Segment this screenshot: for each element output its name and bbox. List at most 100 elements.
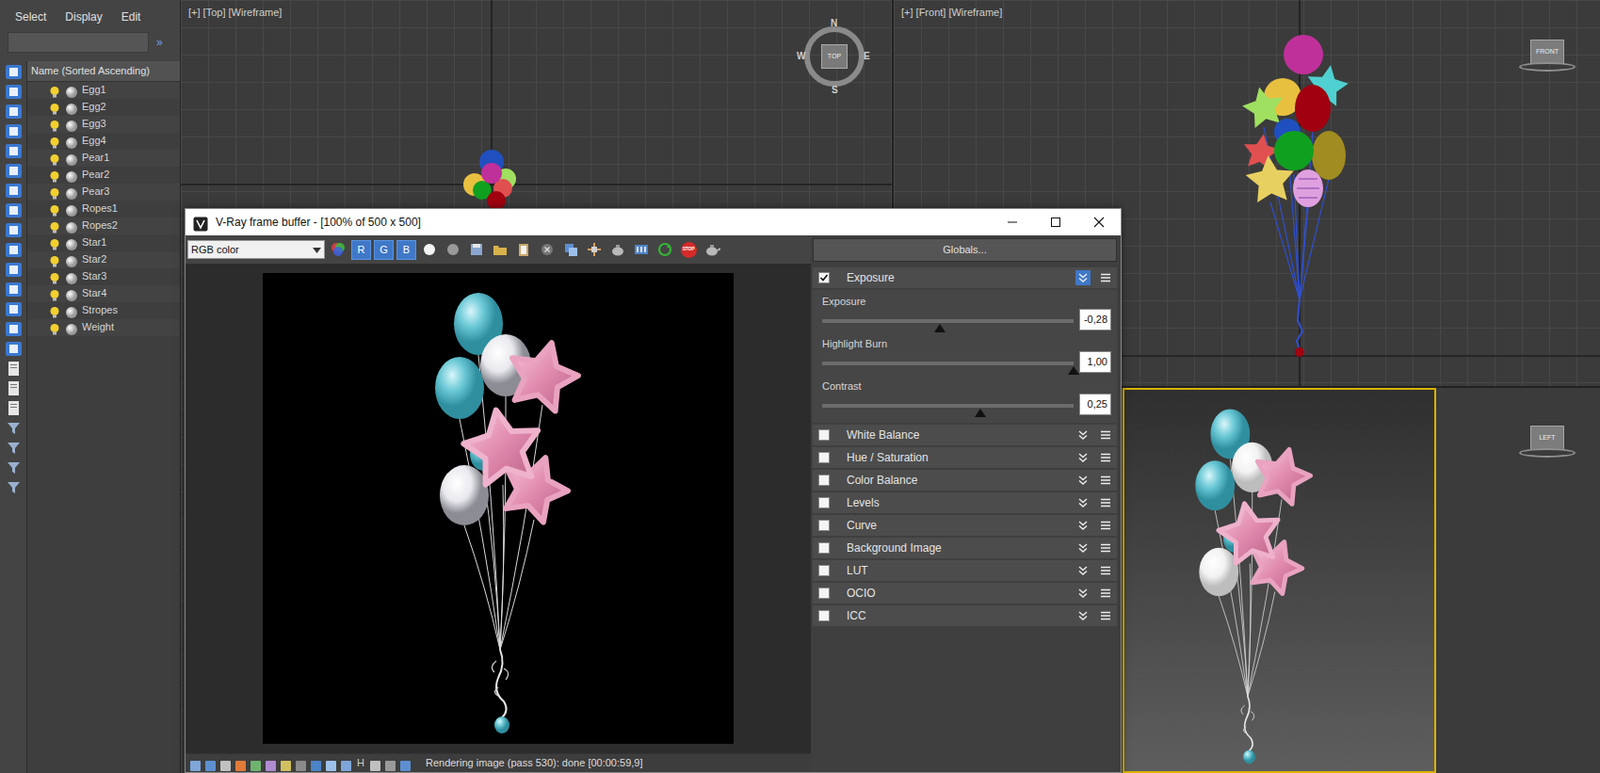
scene-item[interactable]: Pear2 xyxy=(27,166,180,184)
menu-item[interactable]: Edit xyxy=(121,8,142,32)
shaded-view[interactable] xyxy=(1122,387,1437,773)
slider-handle[interactable] xyxy=(934,323,946,333)
explorer-tool-icon[interactable] xyxy=(4,419,23,436)
search-field[interactable] xyxy=(7,32,149,53)
layer-header[interactable]: Background Image xyxy=(812,537,1117,559)
explorer-tool-icon[interactable] xyxy=(4,339,23,356)
explorer-tool-icon[interactable] xyxy=(4,379,23,396)
view-cube-face[interactable]: FRONT xyxy=(1530,39,1565,65)
scene-item[interactable]: Egg3 xyxy=(27,115,180,133)
status-tool-icon[interactable] xyxy=(279,757,292,770)
layer-header[interactable]: ICC xyxy=(812,605,1117,627)
status-tool-icon[interactable] xyxy=(309,757,323,770)
expand-chevron-icon[interactable] xyxy=(1075,608,1091,624)
lightbulb-icon[interactable] xyxy=(48,151,62,165)
expand-chevron-icon[interactable] xyxy=(1075,585,1091,601)
frame-buffer-window[interactable]: V-Ray frame buffer - [100% of 500 x 500]… xyxy=(184,208,1122,773)
explorer-tool-icon[interactable] xyxy=(4,201,23,218)
explorer-tool-icon[interactable] xyxy=(4,122,23,139)
minimize-icon[interactable] xyxy=(990,209,1035,236)
explorer-tool-icon[interactable] xyxy=(4,181,23,198)
explorer-tool-icon[interactable] xyxy=(4,221,23,238)
explorer-tool-icon[interactable] xyxy=(4,63,23,80)
channel-dropdown[interactable]: RGB color xyxy=(187,240,325,259)
compass[interactable]: TOPNSWE xyxy=(796,18,873,95)
status-tool-icon[interactable] xyxy=(189,757,202,770)
expand-chevron-icon[interactable] xyxy=(1075,427,1091,443)
scene-item[interactable]: Egg4 xyxy=(27,132,180,150)
explorer-tool-icon[interactable] xyxy=(4,359,23,376)
menu-icon[interactable] xyxy=(1098,472,1114,488)
scene-item[interactable]: Star4 xyxy=(27,285,180,303)
lightbulb-icon[interactable] xyxy=(48,270,62,284)
menu-icon[interactable] xyxy=(1098,585,1114,601)
slider-track[interactable] xyxy=(822,404,1074,408)
lightbulb-icon[interactable] xyxy=(48,168,62,182)
menu-item[interactable]: Select xyxy=(15,8,47,32)
render-teapot-icon[interactable] xyxy=(607,239,629,260)
lightbulb-icon[interactable] xyxy=(48,83,62,97)
viewport-label[interactable]: [+] [Top] [Wireframe] xyxy=(188,4,282,21)
status-tool-icon[interactable] xyxy=(264,757,277,770)
lightbulb-icon[interactable] xyxy=(48,287,62,301)
grey-channel-icon[interactable] xyxy=(442,239,464,260)
save-icon[interactable] xyxy=(466,239,487,260)
layer-checkbox[interactable] xyxy=(818,429,830,441)
open-icon[interactable] xyxy=(489,239,511,260)
scene-item[interactable]: Star1 xyxy=(27,234,180,252)
layer-header[interactable]: Exposure xyxy=(812,267,1117,289)
scene-item[interactable]: Star2 xyxy=(27,251,180,269)
layer-checkbox[interactable] xyxy=(818,542,830,554)
menu-item[interactable]: Display xyxy=(64,8,102,32)
explorer-tool-icon[interactable] xyxy=(4,399,23,416)
explorer-tool-icon[interactable] xyxy=(4,478,23,495)
expand-chevron-icon[interactable] xyxy=(1075,540,1091,556)
slider-track[interactable] xyxy=(822,319,1074,324)
view-cube[interactable]: LEFT xyxy=(1519,425,1576,464)
scene-item[interactable]: Pear1 xyxy=(27,149,180,167)
explorer-tool-icon[interactable] xyxy=(4,300,23,317)
expand-chevron-icon[interactable] xyxy=(1075,472,1091,488)
menu-icon[interactable] xyxy=(1098,608,1114,624)
explorer-tool-icon[interactable] xyxy=(4,458,23,475)
layer-checkbox[interactable] xyxy=(818,610,830,622)
menu-icon[interactable] xyxy=(1098,427,1114,443)
lightbulb-icon[interactable] xyxy=(48,304,62,318)
scene-item[interactable]: Egg2 xyxy=(27,98,180,116)
white-channel-icon[interactable] xyxy=(419,239,440,260)
status-tool-icon[interactable] xyxy=(204,757,217,770)
clear-icon[interactable] xyxy=(536,239,558,260)
status-tool-icon[interactable] xyxy=(384,757,397,770)
globals-button[interactable]: Globals... xyxy=(812,238,1117,262)
explorer-tool-icon[interactable] xyxy=(4,320,23,337)
expand-chevron-icon[interactable] xyxy=(1075,517,1091,534)
film-icon[interactable] xyxy=(630,239,652,260)
explorer-tool-icon[interactable] xyxy=(4,280,23,297)
explorer-tool-icon[interactable] xyxy=(4,241,23,258)
lightbulb-icon[interactable] xyxy=(48,100,62,114)
layer-checkbox[interactable] xyxy=(818,452,830,464)
slider-handle[interactable] xyxy=(1067,366,1080,375)
lightbulb-icon[interactable] xyxy=(48,134,62,148)
lightbulb-icon[interactable] xyxy=(48,253,62,267)
status-tool[interactable]: H xyxy=(355,755,367,772)
scene-item[interactable]: Ropes1 xyxy=(27,200,180,218)
status-tool-icon[interactable] xyxy=(219,757,232,770)
menu-icon[interactable] xyxy=(1098,540,1114,556)
view-cube[interactable]: FRONT xyxy=(1519,39,1576,78)
explorer-tool-icon[interactable] xyxy=(4,438,23,455)
color-channels-icon[interactable] xyxy=(327,239,349,260)
status-tool-icon[interactable] xyxy=(369,757,382,770)
menu-icon[interactable] xyxy=(1098,517,1114,534)
channel-button[interactable]: R xyxy=(351,240,372,260)
status-tool-icon[interactable] xyxy=(339,757,353,770)
status-tool-icon[interactable] xyxy=(249,757,262,770)
status-tool-icon[interactable] xyxy=(294,757,308,770)
viewport-label[interactable]: [+] [Front] [Wireframe] xyxy=(901,4,1003,21)
menu-icon[interactable] xyxy=(1098,495,1114,511)
render-teapot-icon[interactable] xyxy=(701,239,723,260)
layer-checkbox[interactable] xyxy=(818,497,830,509)
lightbulb-icon[interactable] xyxy=(48,236,62,250)
menu-icon[interactable] xyxy=(1098,563,1114,579)
column-header[interactable]: Name (Sorted Ascending) xyxy=(27,61,180,82)
